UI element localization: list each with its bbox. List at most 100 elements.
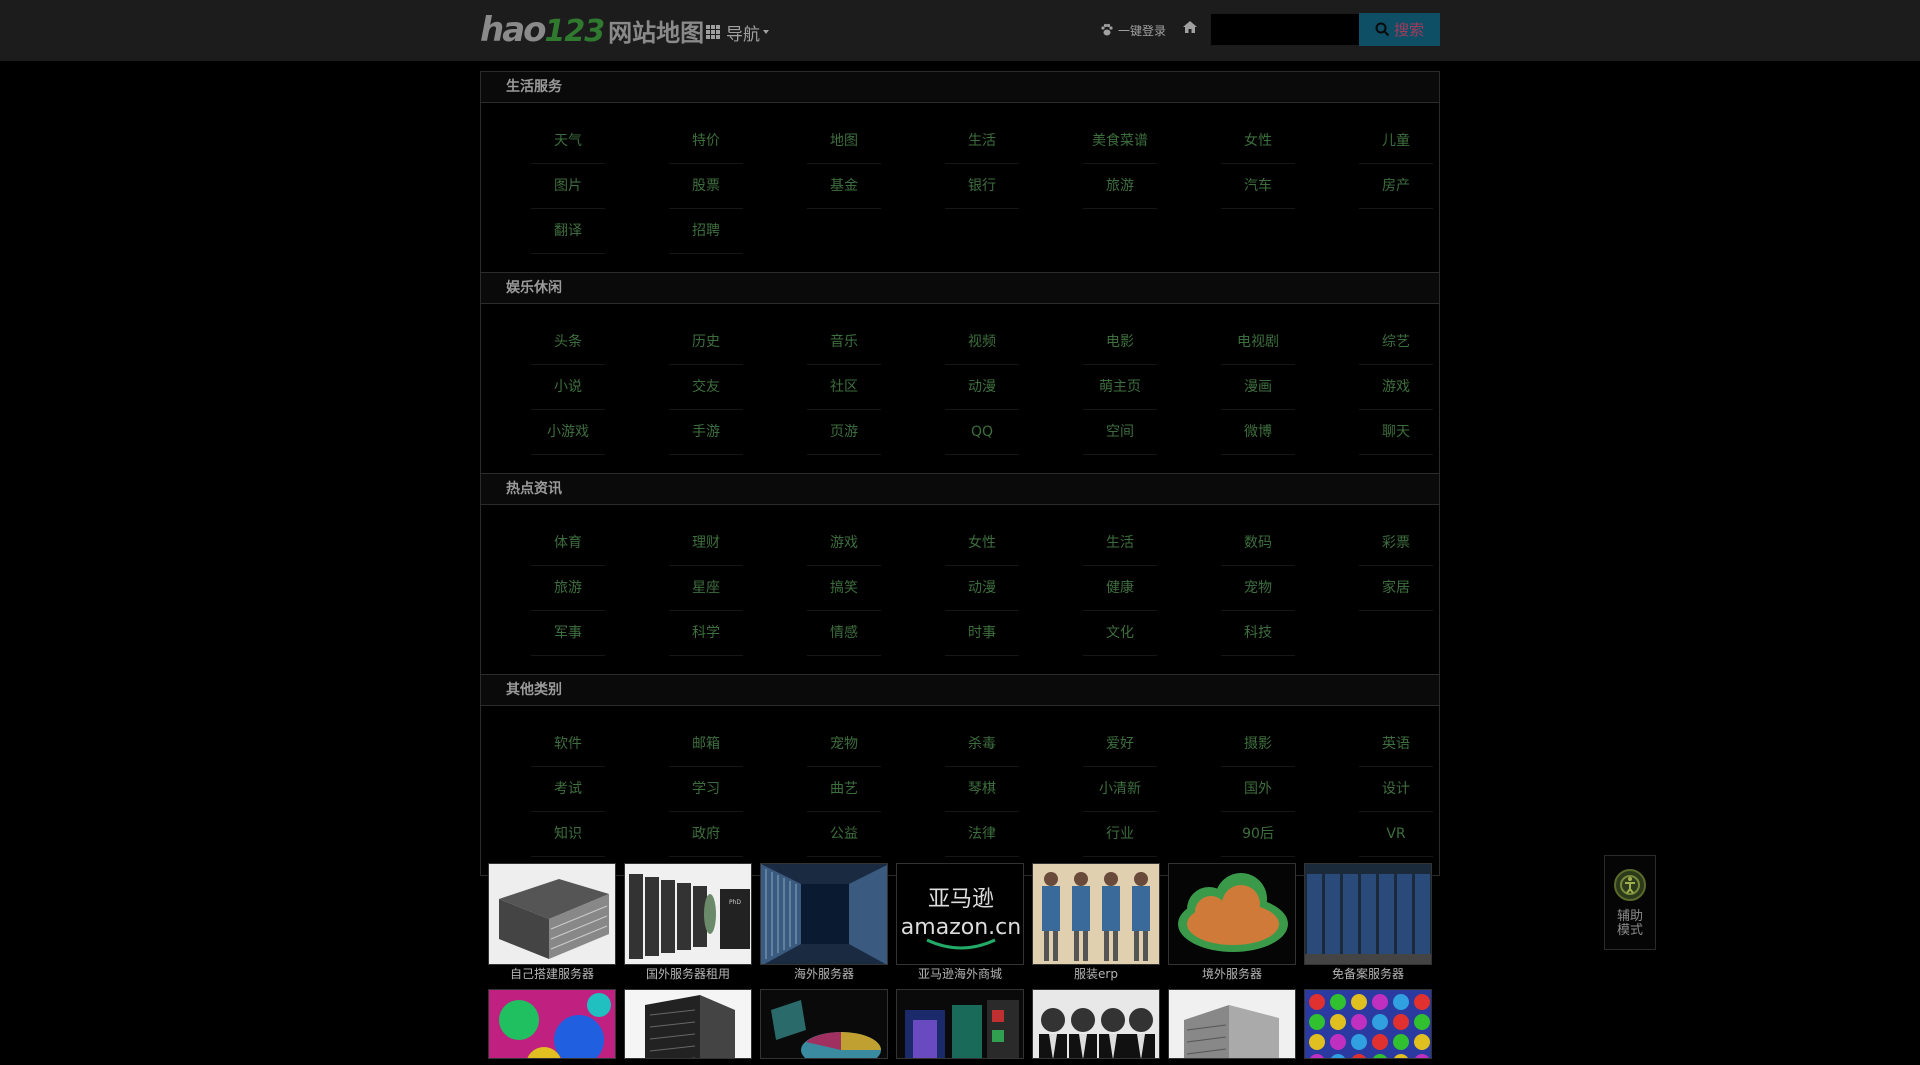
category-link[interactable]: 房产: [1359, 164, 1433, 209]
category-link[interactable]: 政府: [669, 812, 743, 857]
category-link[interactable]: 生活: [1083, 521, 1157, 566]
category-link[interactable]: 音乐: [807, 320, 881, 365]
category-link[interactable]: 地图: [807, 119, 881, 164]
category-link[interactable]: 知识: [531, 812, 605, 857]
category-link[interactable]: 儿童: [1359, 119, 1433, 164]
category-link[interactable]: 股票: [669, 164, 743, 209]
category-link[interactable]: 漫画: [1221, 365, 1295, 410]
category-link[interactable]: VR: [1359, 812, 1433, 857]
category-link[interactable]: 电影: [1083, 320, 1157, 365]
ad-thumbnail[interactable]: 服装erp: [1032, 863, 1160, 983]
ad-thumbnail[interactable]: [488, 989, 616, 1059]
category-link[interactable]: 数码: [1221, 521, 1295, 566]
category-link[interactable]: 银行: [945, 164, 1019, 209]
category-link[interactable]: 生活: [945, 119, 1019, 164]
category-link[interactable]: 考试: [531, 767, 605, 812]
ad-thumbnail[interactable]: [1168, 989, 1296, 1059]
category-link[interactable]: 基金: [807, 164, 881, 209]
category-link[interactable]: 头条: [531, 320, 605, 365]
category-link[interactable]: 宠物: [1221, 566, 1295, 611]
category-link[interactable]: 游戏: [807, 521, 881, 566]
category-link[interactable]: 曲艺: [807, 767, 881, 812]
category-link[interactable]: 90后: [1221, 812, 1295, 857]
category-link[interactable]: 理财: [669, 521, 743, 566]
category-link[interactable]: 行业: [1083, 812, 1157, 857]
category-link[interactable]: 社区: [807, 365, 881, 410]
category-link[interactable]: 时事: [945, 611, 1019, 656]
category-link[interactable]: 琴棋: [945, 767, 1019, 812]
ad-thumbnail[interactable]: 亚马逊 amazon.cn 亚马逊海外商城: [896, 863, 1024, 983]
category-link[interactable]: 科技: [1221, 611, 1295, 656]
category-link[interactable]: 汽车: [1221, 164, 1295, 209]
ad-thumbnail[interactable]: [896, 989, 1024, 1059]
category-link[interactable]: 健康: [1083, 566, 1157, 611]
category-link[interactable]: 交友: [669, 365, 743, 410]
category-link[interactable]: 体育: [531, 521, 605, 566]
category-link[interactable]: 萌主页: [1083, 365, 1157, 410]
thumbnail-caption: 自己搭建服务器: [509, 967, 594, 981]
category-link[interactable]: 游戏: [1359, 365, 1433, 410]
ad-thumbnail[interactable]: 境外服务器: [1168, 863, 1296, 983]
category-link[interactable]: 宠物: [807, 722, 881, 767]
category-link[interactable]: 邮箱: [669, 722, 743, 767]
category-link[interactable]: 女性: [945, 521, 1019, 566]
search-button[interactable]: 搜索: [1359, 13, 1440, 46]
category-link[interactable]: 设计: [1359, 767, 1433, 812]
category-link[interactable]: 英语: [1359, 722, 1433, 767]
category-link[interactable]: 家居: [1359, 566, 1433, 611]
category-link[interactable]: 页游: [807, 410, 881, 455]
category-link[interactable]: QQ: [945, 410, 1019, 455]
category-link[interactable]: 软件: [531, 722, 605, 767]
ad-thumbnail[interactable]: [1304, 989, 1432, 1059]
category-link[interactable]: 摄影: [1221, 722, 1295, 767]
category-link[interactable]: 情感: [807, 611, 881, 656]
category-link[interactable]: 特价: [669, 119, 743, 164]
category-link[interactable]: 小清新: [1083, 767, 1157, 812]
category-link[interactable]: 公益: [807, 812, 881, 857]
category-link[interactable]: 招聘: [669, 209, 743, 254]
category-link[interactable]: 微博: [1221, 410, 1295, 455]
search-input[interactable]: [1210, 13, 1360, 46]
category-link[interactable]: 国外: [1221, 767, 1295, 812]
nav-dropdown-button[interactable]: 导航: [706, 20, 769, 45]
ad-thumbnail[interactable]: PhD 国外服务器租用: [624, 863, 752, 983]
category-link[interactable]: 爱好: [1083, 722, 1157, 767]
category-link[interactable]: 学习: [669, 767, 743, 812]
category-link[interactable]: 科学: [669, 611, 743, 656]
category-link[interactable]: 杀毒: [945, 722, 1019, 767]
category-link[interactable]: 电视剧: [1221, 320, 1295, 365]
assist-mode-button[interactable]: 辅助 模式: [1604, 855, 1656, 950]
ad-thumbnail[interactable]: 自己搭建服务器: [488, 863, 616, 983]
hao123-logo[interactable]: hao 123 网站地图: [480, 12, 704, 49]
home-icon[interactable]: [1182, 19, 1198, 35]
category-link[interactable]: 天气: [531, 119, 605, 164]
category-link[interactable]: 小游戏: [531, 410, 605, 455]
category-link[interactable]: 法律: [945, 812, 1019, 857]
one-click-login-link[interactable]: 一键登录: [1100, 20, 1166, 40]
category-link[interactable]: 彩票: [1359, 521, 1433, 566]
category-link[interactable]: 翻译: [531, 209, 605, 254]
ad-thumbnail[interactable]: [760, 989, 888, 1059]
category-link[interactable]: 军事: [531, 611, 605, 656]
category-link[interactable]: 旅游: [1083, 164, 1157, 209]
category-link[interactable]: 搞笑: [807, 566, 881, 611]
category-link[interactable]: 图片: [531, 164, 605, 209]
category-link[interactable]: 手游: [669, 410, 743, 455]
category-link[interactable]: 综艺: [1359, 320, 1433, 365]
category-link[interactable]: 美食菜谱: [1083, 119, 1157, 164]
category-link[interactable]: 视频: [945, 320, 1019, 365]
category-link[interactable]: 星座: [669, 566, 743, 611]
category-link[interactable]: 动漫: [945, 365, 1019, 410]
category-link[interactable]: 聊天: [1359, 410, 1433, 455]
category-link[interactable]: 空间: [1083, 410, 1157, 455]
category-link[interactable]: 旅游: [531, 566, 605, 611]
category-link[interactable]: 历史: [669, 320, 743, 365]
category-link[interactable]: 动漫: [945, 566, 1019, 611]
ad-thumbnail[interactable]: [1032, 989, 1160, 1059]
ad-thumbnail[interactable]: 海外服务器: [760, 863, 888, 983]
category-link[interactable]: 女性: [1221, 119, 1295, 164]
ad-thumbnail[interactable]: [624, 989, 752, 1059]
ad-thumbnail[interactable]: 免备案服务器: [1304, 863, 1432, 983]
category-link[interactable]: 小说: [531, 365, 605, 410]
category-link[interactable]: 文化: [1083, 611, 1157, 656]
